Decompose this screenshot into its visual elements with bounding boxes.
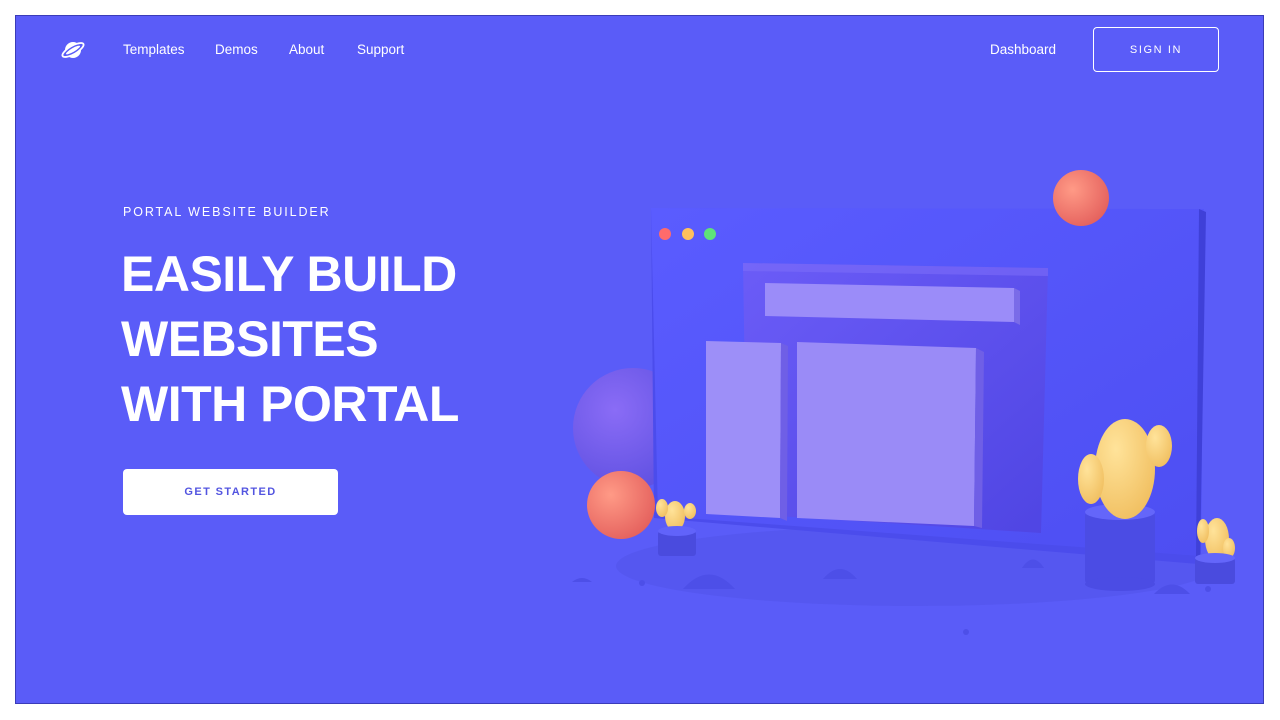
hero-illustration [572,170,1235,635]
hero-headline: EASILY BUILD WEBSITES WITH PORTAL [121,242,561,437]
window-dot-yellow [682,228,694,240]
nav-link-demos[interactable]: Demos [215,41,258,59]
right-card-block [797,342,976,526]
get-started-button[interactable]: GET STARTED [123,469,338,515]
sign-in-button[interactable]: SIGN IN [1093,27,1219,72]
window-dot-red [659,228,671,240]
nav-link-support[interactable]: Support [357,41,404,59]
window-dot-green [704,228,716,240]
coral-sphere-bottom [587,471,655,539]
headline-line-1: EASILY BUILD [121,246,457,302]
headline-line-2: WEBSITES [121,311,379,367]
headline-line-3: WITH PORTAL [121,376,459,432]
top-navigation: Templates Demos About Support Dashboard … [16,16,1263,84]
dashboard-link[interactable]: Dashboard [990,41,1056,59]
hero-eyebrow: PORTAL WEBSITE BUILDER [123,205,331,219]
nav-link-templates[interactable]: Templates [123,41,185,59]
left-card-block [706,341,781,518]
planet-icon[interactable] [61,38,85,62]
small-cactus-left [656,499,696,556]
header-bar-block [765,283,1014,322]
hero-page: Templates Demos About Support Dashboard … [15,15,1264,704]
coral-sphere-top [1053,170,1109,226]
nav-link-about[interactable]: About [289,41,324,59]
